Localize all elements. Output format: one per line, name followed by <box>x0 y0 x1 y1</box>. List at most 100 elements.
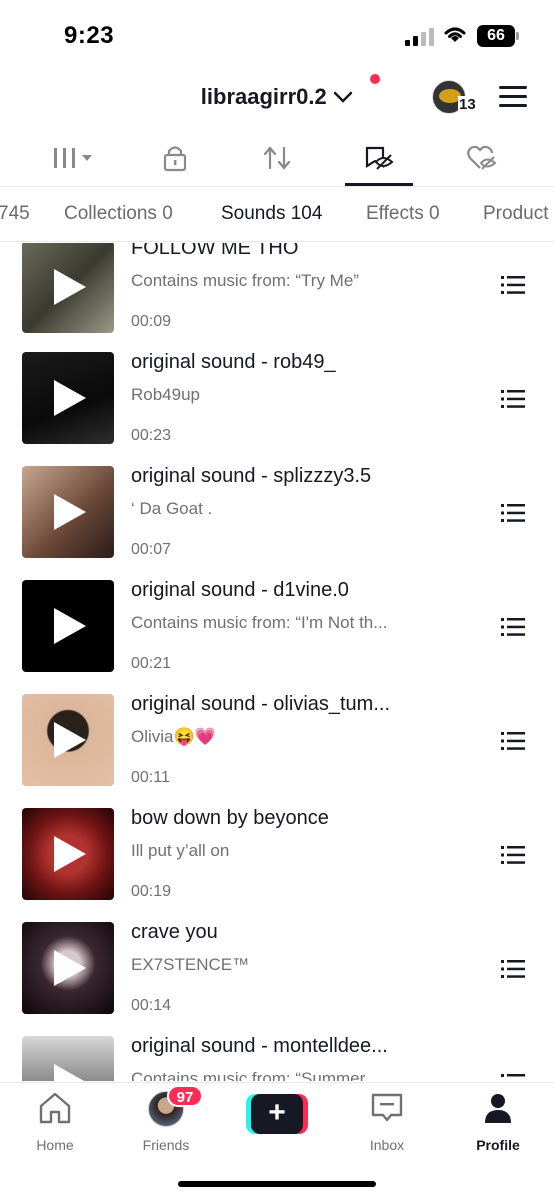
plus-icon: + <box>251 1094 303 1134</box>
tab-effects[interactable]: Effects 0 <box>366 203 440 225</box>
liked-icon <box>466 144 498 172</box>
play-icon <box>54 1064 86 1081</box>
sound-thumbnail[interactable] <box>22 922 114 1014</box>
list-item[interactable]: original sound - d1vine.0 Contains music… <box>0 575 554 689</box>
tab-videos[interactable] <box>40 130 110 186</box>
play-icon <box>54 494 86 530</box>
add-to-playlist-icon[interactable] <box>501 617 525 637</box>
sound-thumbnail[interactable] <box>22 694 114 786</box>
play-icon <box>54 722 86 758</box>
sound-title: bow down by beyonce <box>131 807 329 830</box>
chevron-down-icon[interactable] <box>333 90 353 104</box>
play-icon <box>54 836 86 872</box>
add-to-playlist-icon[interactable] <box>501 503 525 523</box>
username[interactable]: libraagirr0.2 <box>201 84 327 110</box>
sounds-list: FOLLOW ME THO Contains music from: “Try … <box>0 243 554 1081</box>
add-to-playlist-icon[interactable] <box>501 731 525 751</box>
home-indicator <box>178 1181 376 1187</box>
lock-icon <box>162 144 188 172</box>
sound-duration: 00:19 <box>131 883 171 901</box>
sound-duration: 00:23 <box>131 427 171 445</box>
play-icon <box>54 269 86 305</box>
saved-icon <box>363 144 395 172</box>
signal-icon <box>405 28 435 46</box>
nav-friends-label: Friends <box>121 1137 211 1153</box>
play-icon <box>54 950 86 986</box>
grid-icon <box>52 146 98 170</box>
status-time: 9:23 <box>64 22 114 50</box>
nav-profile-label: Profile <box>453 1137 543 1153</box>
sound-thumbnail[interactable] <box>22 243 114 333</box>
sound-subtitle: EX7STENCE™ <box>131 955 249 975</box>
battery-icon: 66 <box>477 25 515 47</box>
list-item[interactable]: original sound - rob49_ Rob49up 00:23 <box>0 347 554 461</box>
sound-title: crave you <box>131 921 218 944</box>
list-item[interactable]: original sound - olivias_tum... Olivia😝💗… <box>0 689 554 803</box>
tab-products[interactable]: Product <box>483 203 548 225</box>
avatar-count: 13 <box>458 96 477 113</box>
add-to-playlist-icon[interactable] <box>501 275 525 295</box>
play-icon <box>54 380 86 416</box>
menu-icon[interactable] <box>499 86 527 110</box>
add-to-playlist-icon[interactable] <box>501 845 525 865</box>
nav-home[interactable]: Home <box>10 1091 100 1125</box>
add-to-playlist-icon[interactable] <box>501 1073 525 1081</box>
sound-subtitle: Olivia😝💗 <box>131 727 216 747</box>
sound-thumbnail[interactable] <box>22 580 114 672</box>
inbox-icon <box>370 1091 404 1125</box>
sound-thumbnail[interactable] <box>22 466 114 558</box>
tab-saved[interactable] <box>345 130 413 186</box>
sound-duration: 00:14 <box>131 997 171 1015</box>
home-icon <box>37 1091 73 1125</box>
multi-account-avatar[interactable]: 13 <box>432 80 478 116</box>
profile-header: libraagirr0.2 13 <box>0 70 554 130</box>
profile-icon <box>481 1091 515 1125</box>
status-bar: 9:23 66 <box>0 0 554 70</box>
notification-dot <box>370 74 380 84</box>
sound-subtitle: Contains music from: “Try Me” <box>131 271 359 291</box>
list-item[interactable]: original sound - splizzzy3.5 ‘ Da Goat .… <box>0 461 554 575</box>
sound-title: original sound - rob49_ <box>131 351 336 374</box>
create-button[interactable]: + <box>246 1094 308 1134</box>
list-item[interactable]: crave you EX7STENCE™ 00:14 <box>0 917 554 1031</box>
sound-subtitle: Contains music from: “I'm Not th... <box>131 613 387 633</box>
content-tab-bar: 745 Collections 0 Sounds 104 Effects 0 P… <box>0 186 554 242</box>
add-to-playlist-icon[interactable] <box>501 959 525 979</box>
sound-thumbnail[interactable] <box>22 352 114 444</box>
list-item[interactable]: FOLLOW ME THO Contains music from: “Try … <box>0 243 554 347</box>
sound-duration: 00:21 <box>131 655 171 673</box>
list-item[interactable]: original sound - montelldee... Contains … <box>0 1031 554 1081</box>
repost-icon <box>262 144 292 172</box>
tab-liked[interactable] <box>452 130 512 186</box>
tab-private[interactable] <box>145 130 205 186</box>
list-item[interactable]: bow down by beyonce Ill put y’all on 00:… <box>0 803 554 917</box>
wifi-icon <box>442 24 468 44</box>
sound-subtitle: ‘ Da Goat . <box>131 499 212 519</box>
nav-home-label: Home <box>10 1137 100 1153</box>
sound-duration: 00:11 <box>131 769 170 787</box>
nav-profile[interactable]: Profile <box>453 1091 543 1125</box>
sound-subtitle: Ill put y’all on <box>131 841 229 861</box>
sound-title: original sound - splizzzy3.5 <box>131 465 371 488</box>
tab-partial[interactable]: 745 <box>0 203 30 225</box>
nav-inbox[interactable]: Inbox <box>342 1091 432 1125</box>
icon-tab-bar <box>0 130 554 186</box>
tab-collections[interactable]: Collections 0 <box>64 203 173 225</box>
sound-title: FOLLOW ME THO <box>131 243 298 260</box>
sound-subtitle: Contains music from: “Summer... <box>131 1069 379 1081</box>
sound-duration: 00:07 <box>131 541 171 559</box>
sound-duration: 00:09 <box>131 313 171 331</box>
play-icon <box>54 608 86 644</box>
sound-title: original sound - montelldee... <box>131 1035 388 1058</box>
friends-badge: 97 <box>167 1085 203 1107</box>
battery-tip <box>516 32 519 40</box>
sound-title: original sound - d1vine.0 <box>131 579 349 602</box>
sound-subtitle: Rob49up <box>131 385 200 405</box>
sound-thumbnail[interactable] <box>22 808 114 900</box>
tab-reposts[interactable] <box>247 130 307 186</box>
tab-sounds[interactable]: Sounds 104 <box>221 203 322 225</box>
nav-inbox-label: Inbox <box>342 1137 432 1153</box>
add-to-playlist-icon[interactable] <box>501 389 525 409</box>
sound-title: original sound - olivias_tum... <box>131 693 390 716</box>
sound-thumbnail[interactable] <box>22 1036 114 1081</box>
